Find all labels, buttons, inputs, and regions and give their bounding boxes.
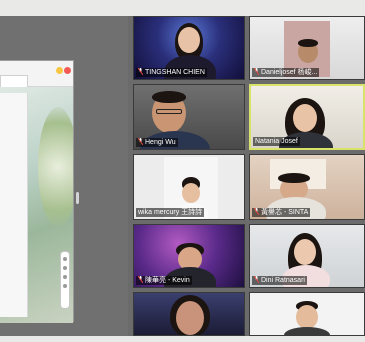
participant-name: Dini Ratnasari [261,277,305,284]
mic-muted-icon [254,68,259,75]
participant-nameplate: Dini Ratnasari [252,276,307,285]
participant-face [178,27,200,53]
video-conference-window: TINGSHAN CHIEN Danieljosef 杨峻... Hengi W… [0,16,365,336]
participant-nameplate: wika mercury 王詩詩 [136,208,205,217]
panel-resize-handle[interactable] [76,192,79,204]
participant-face [294,239,316,265]
participant-nameplate: Danieljosef 杨峻... [252,68,320,77]
browser-tab [0,75,28,87]
participant-nameplate: Natania Josef [253,137,300,146]
participant-tile[interactable]: Danieljosef 杨峻... [249,16,365,80]
participant-tile[interactable] [249,292,365,336]
mic-muted-icon [138,138,143,145]
participant-name: Hengi Wu [145,139,176,146]
participant-tile[interactable]: 陳華亮 - Kevin [133,224,245,288]
participant-tile[interactable]: wika mercury 王詩詩 [133,154,245,220]
close-icon [64,67,71,74]
participant-nameplate: Hengi Wu [136,138,178,147]
participant-name: 黃譽芯 - SINTA [261,209,309,216]
participant-tile[interactable]: TINGSHAN CHIEN [133,16,245,80]
participant-tile[interactable]: 黃譽芯 - SINTA [249,154,365,220]
participant-face [176,301,204,335]
mic-muted-icon [138,276,143,283]
participant-face [293,104,317,132]
shared-document-panel [0,93,28,317]
participant-tile[interactable] [133,292,245,336]
participant-gallery: TINGSHAN CHIEN Danieljosef 杨峻... Hengi W… [133,16,365,336]
minimize-icon [56,67,63,74]
participant-face [296,305,318,329]
participant-name: TINGSHAN CHIEN [145,69,205,76]
participant-tile[interactable]: Dini Ratnasari [249,224,365,288]
mic-muted-icon [254,276,259,283]
mic-muted-icon [138,68,143,75]
mic-muted-icon [254,208,259,215]
browser-titlebar [0,61,73,87]
participant-tile-active-speaker[interactable]: Natania Josef [249,84,365,150]
participant-name: 陳華亮 - Kevin [145,277,190,284]
shared-content [0,87,73,323]
participant-name: wika mercury 王詩詩 [138,209,203,216]
participant-name: Natania Josef [255,138,298,145]
participant-tile[interactable]: Hengi Wu [133,84,245,150]
shared-image [38,107,73,227]
participant-nameplate: TINGSHAN CHIEN [136,68,207,77]
participant-nameplate: 陳華亮 - Kevin [136,276,192,285]
shared-browser-window [0,60,74,323]
participant-name: Danieljosef 杨峻... [261,69,318,76]
participant-nameplate: 黃譽芯 - SINTA [252,208,311,217]
shared-tool-sidebar [60,251,70,309]
participant-face [182,183,200,203]
page-margin [0,336,365,342]
shared-screen [0,16,128,336]
